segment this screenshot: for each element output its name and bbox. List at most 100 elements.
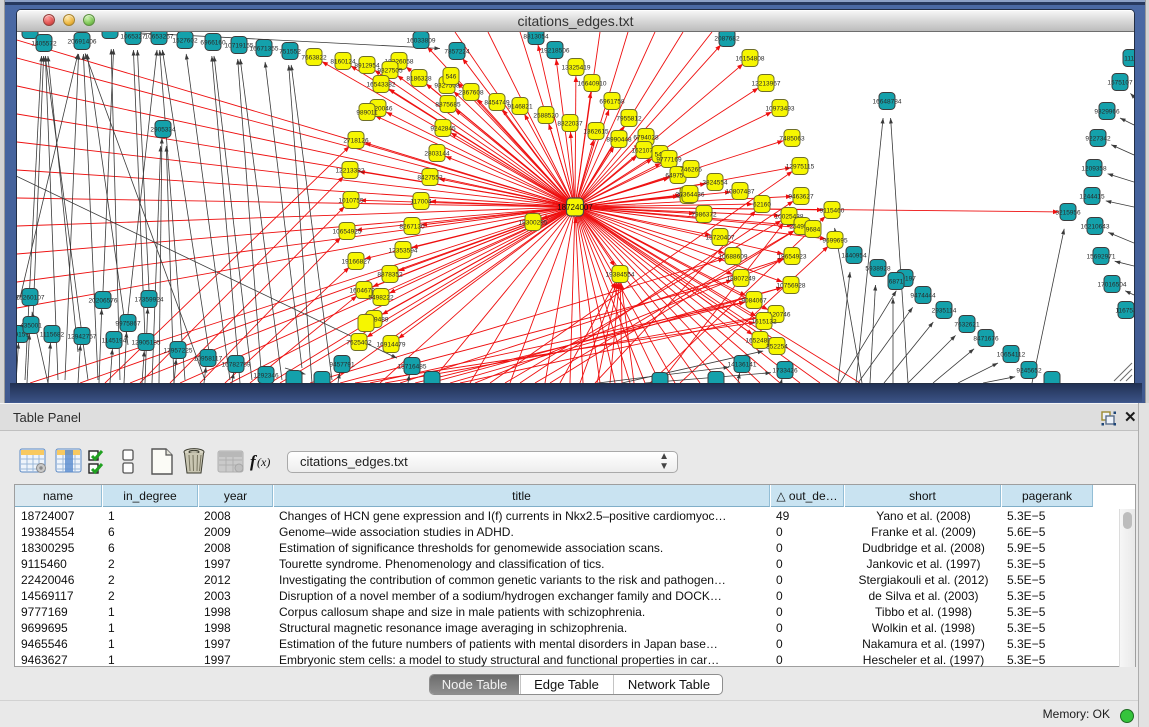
svg-text:16154808: 16154808: [736, 55, 765, 62]
svg-text:19654923: 19654923: [778, 253, 807, 260]
svg-text:435001: 435001: [20, 322, 42, 329]
svg-text:6794028: 6794028: [633, 134, 659, 141]
svg-text:7485063: 7485063: [779, 135, 805, 142]
svg-text:1145194: 1145194: [102, 337, 127, 344]
svg-text:10973493: 10973493: [766, 105, 795, 112]
svg-text:2905334: 2905334: [150, 126, 176, 133]
svg-text:1115682: 1115682: [40, 331, 65, 338]
svg-text:1527602: 1527602: [172, 37, 198, 44]
svg-text:19218506: 19218506: [541, 47, 570, 54]
svg-text:9457791: 9457791: [329, 361, 355, 368]
svg-text:20364436: 20364436: [676, 191, 705, 198]
svg-text:1117: 1117: [1124, 55, 1134, 62]
svg-text:7663822: 7663822: [301, 54, 327, 61]
svg-text:7955812: 7955812: [616, 115, 642, 122]
svg-text:12942757: 12942757: [68, 333, 97, 340]
svg-text:14136141: 14136141: [728, 361, 757, 368]
svg-text:12213382: 12213382: [336, 167, 365, 174]
svg-text:20206576: 20206576: [89, 297, 118, 304]
svg-text:8454749: 8454749: [484, 99, 510, 106]
svg-text:16033809: 16033809: [407, 37, 436, 44]
svg-text:20691406: 20691406: [68, 38, 97, 45]
svg-text:1405572: 1405572: [31, 40, 57, 47]
svg-text:19166827: 19166827: [342, 258, 371, 265]
svg-text:2718126: 2718126: [343, 137, 369, 144]
svg-text:(x): (x): [257, 455, 270, 469]
svg-text:5938928: 5938928: [865, 265, 891, 272]
svg-text:751552: 751552: [279, 48, 301, 55]
svg-text:2087682: 2087682: [714, 35, 740, 42]
svg-text:8471676: 8471676: [973, 335, 999, 342]
svg-text:12213967: 12213967: [752, 80, 781, 87]
svg-text:1575107: 1575107: [1107, 79, 1133, 86]
svg-text:1244415: 1244415: [1079, 193, 1105, 200]
svg-text:9975867: 9975867: [115, 320, 141, 327]
svg-text:1362615: 1362615: [583, 128, 609, 135]
svg-text:16782759: 16782759: [222, 361, 251, 368]
svg-text:3824554: 3824554: [702, 179, 728, 186]
svg-text:1209358: 1209358: [1081, 165, 1107, 172]
svg-text:9245652: 9245652: [1016, 367, 1042, 374]
svg-text:252254: 252254: [766, 343, 788, 350]
svg-text:8875685: 8875685: [435, 101, 461, 108]
svg-text:9115460: 9115460: [820, 207, 845, 214]
svg-text:6871: 6871: [889, 278, 904, 285]
svg-text:117004: 117004: [410, 198, 432, 205]
svg-text:12905185: 12905185: [132, 339, 161, 346]
svg-text:17016504: 17016504: [1098, 281, 1127, 288]
svg-text:18724007: 18724007: [557, 203, 593, 212]
svg-text:9463627: 9463627: [788, 193, 814, 200]
svg-text:9777169: 9777169: [656, 156, 682, 163]
svg-text:10807487: 10807487: [726, 188, 755, 195]
svg-text:10688609: 10688609: [719, 253, 748, 260]
svg-text:2803144: 2803144: [424, 150, 450, 157]
svg-text:1733426: 1733426: [772, 367, 798, 374]
svg-text:1440954: 1440954: [841, 252, 867, 259]
svg-text:2935114: 2935114: [932, 307, 957, 314]
svg-text:18300295: 18300295: [519, 219, 548, 226]
svg-text:10958117: 10958117: [194, 355, 223, 362]
svg-text:9242845: 9242845: [430, 125, 456, 132]
svg-text:10653267: 10653267: [145, 33, 174, 40]
svg-text:2588520: 2588520: [533, 112, 559, 119]
svg-text:116753: 116753: [1115, 307, 1134, 314]
svg-text:7857224: 7857224: [444, 48, 470, 55]
svg-text:9699695: 9699695: [822, 237, 848, 244]
svg-text:16543382: 16543382: [367, 81, 396, 88]
svg-text:26260107: 26260107: [17, 294, 45, 301]
svg-text:18807249: 18807249: [727, 275, 756, 282]
svg-text:12975115: 12975115: [786, 163, 815, 170]
svg-text:15692971: 15692971: [1087, 253, 1116, 260]
svg-text:8990448: 8990448: [606, 136, 632, 143]
svg-text:8813054: 8813054: [523, 33, 549, 40]
svg-text:8267130: 8267130: [399, 223, 425, 230]
svg-text:62160: 62160: [753, 201, 771, 208]
svg-text:12353594: 12353594: [389, 247, 418, 254]
svg-text:9227342: 9227342: [1085, 135, 1111, 142]
svg-text:16210643: 16210643: [1081, 223, 1110, 230]
svg-text:1010755: 1010755: [338, 197, 364, 204]
svg-text:989011: 989011: [356, 109, 378, 116]
svg-text:5498222: 5498222: [368, 294, 394, 301]
svg-text:9146821: 9146821: [507, 103, 533, 110]
svg-text:8322037: 8322037: [557, 120, 583, 127]
svg-text:7986372: 7986372: [691, 211, 717, 218]
svg-text:8912954: 8912954: [354, 62, 380, 69]
svg-text:8160124: 8160124: [330, 58, 356, 65]
svg-text:16648784: 16648784: [873, 98, 902, 105]
svg-text:13325419: 13325419: [562, 64, 591, 71]
svg-text:16914479: 16914479: [377, 341, 406, 348]
svg-text:17359924: 17359924: [135, 296, 164, 303]
svg-text:10756928: 10756928: [777, 282, 806, 289]
svg-text:1065327: 1065327: [120, 33, 146, 40]
svg-text:10654925: 10654925: [333, 228, 362, 235]
svg-text:8186328: 8186328: [406, 75, 432, 82]
svg-text:1292346: 1292346: [253, 372, 279, 379]
svg-text:2367608: 2367608: [458, 89, 484, 96]
svg-text:16671355: 16671355: [250, 45, 279, 52]
svg-text:9684: 9684: [806, 226, 821, 233]
svg-text:9329966: 9329966: [1094, 108, 1120, 115]
svg-text:3215956: 3215956: [1055, 209, 1081, 216]
svg-text:17957225: 17957225: [164, 347, 193, 354]
svg-text:7625402: 7625402: [346, 339, 372, 346]
